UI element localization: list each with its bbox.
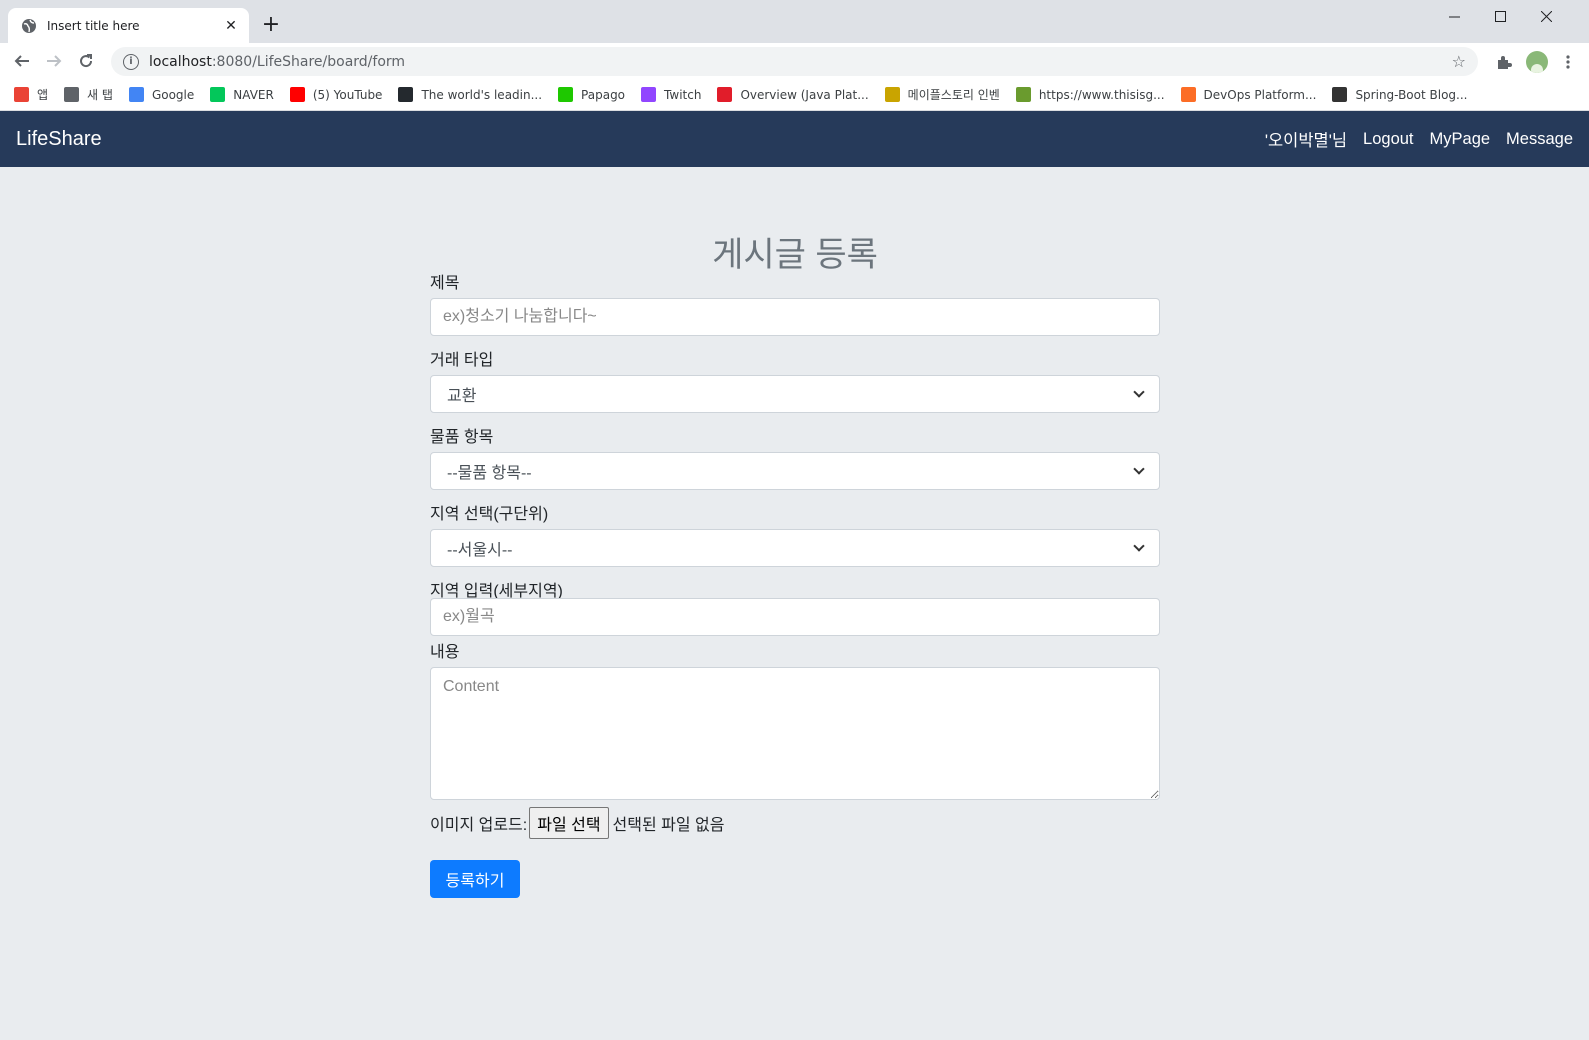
tab-title: Insert title here [47,18,140,33]
back-arrow-icon[interactable] [8,47,36,75]
dots-icon [1332,87,1348,102]
bookmark-item[interactable]: 앱 [14,86,48,103]
address-bar[interactable]: i localhost:8080/LifeShare/board/form ☆ [111,47,1478,76]
bookmark-item[interactable]: Twitch [641,87,701,102]
region-select[interactable]: --서울시-- [430,529,1160,567]
bookmark-item[interactable]: 새 탭 [64,86,113,103]
deal-type-label: 거래 타입 [430,352,494,369]
navbar-links: '오이박멸'님 Logout MyPage Message [1249,127,1573,151]
browser-toolbar: i localhost:8080/LifeShare/board/form ☆ [0,43,1589,79]
deal-type-select[interactable]: 교환 [430,375,1160,413]
file-select-button[interactable]: 파일 선택 [529,807,609,839]
forward-arrow-icon[interactable] [40,47,68,75]
bookmark-label: The world's leadin... [421,87,543,102]
region-label: 지역 선택(구단위) [430,506,549,523]
browser-tab[interactable]: Insert title here ✕ [8,8,249,43]
bookmark-label: Spring-Boot Blog... [1355,87,1468,102]
bookmark-label: Papago [581,87,626,102]
content-textarea[interactable] [430,667,1160,800]
bookmark-label: NAVER [233,87,274,102]
bookmark-label: Twitch [664,87,702,102]
bookmark-item[interactable]: Papago [558,87,625,102]
submit-button[interactable]: 등록하기 [430,860,520,898]
chevron-down-icon [1133,386,1145,398]
globe-icon [64,87,80,102]
bookmark-item[interactable]: https://www.thisisg... [1015,87,1165,102]
mypage-link[interactable]: MyPage [1430,130,1491,149]
content-label: 내용 [430,644,460,661]
papago-icon [558,87,574,102]
bookmark-item[interactable]: NAVER [210,87,274,102]
user-greeting: '오이박멸'님 [1264,132,1348,150]
file-status: 선택된 파일 없음 [612,817,725,834]
naver-icon [210,87,226,102]
bookmark-label: Overview (Java Plat... [740,87,869,102]
youtube-icon [289,87,305,102]
bookmark-label: 새 탭 [87,88,113,102]
extensions-puzzle-icon[interactable] [1493,51,1515,73]
region-value: --서울시-- [447,542,513,559]
inven-icon [884,87,900,102]
bookmark-item[interactable]: Spring-Boot Blog... [1332,87,1467,102]
category-value: --물품 항목-- [447,465,532,482]
gitlab-icon [1180,87,1196,102]
browser-tabstrip: Insert title here ✕ + [0,0,1589,43]
close-window-icon[interactable] [1523,0,1569,32]
bookmark-label: https://www.thisisg... [1038,87,1165,102]
brand-logo[interactable]: LifeShare [16,128,102,151]
twitch-icon [641,87,657,102]
bookmarks-bar: 앱 새 탭 Google NAVER (5) YouTube The world's le… [0,79,1589,111]
bookmark-item[interactable]: Google [128,87,195,102]
bookmark-star-icon[interactable]: ☆ [1452,52,1466,71]
globe-icon [21,18,37,34]
region-detail-input[interactable] [430,598,1160,636]
bookmark-label: Google [151,87,195,102]
image-upload: 이미지 업로드: 파일 선택 선택된 파일 없음 [430,807,724,839]
apps-grid-icon [14,87,29,102]
deal-type-value: 교환 [447,388,477,405]
app-navbar: LifeShare '오이박멸'님 Logout MyPage Message [0,111,1589,167]
java-icon [717,87,733,102]
new-tab-button[interactable]: + [258,12,284,38]
bookmark-label: DevOps Platform... [1203,87,1317,102]
info-icon[interactable]: i [123,53,139,70]
maximize-icon[interactable] [1477,0,1523,32]
close-tab-icon[interactable]: ✕ [223,18,239,34]
reload-icon[interactable] [72,47,100,75]
logout-link[interactable]: Logout [1363,130,1413,149]
category-label: 물품 항목 [430,429,494,446]
github-icon [398,87,414,102]
puzzle-icon [1015,87,1031,102]
profile-avatar[interactable] [1526,51,1548,73]
category-select[interactable]: --물품 항목-- [430,452,1160,490]
page-title: 게시글 등록 [712,236,878,274]
bookmark-item[interactable]: The world's leadin... [398,87,542,102]
bookmark-item[interactable]: 메이플스토리 인벤 [884,86,1000,103]
bookmark-item[interactable]: Overview (Java Plat... [717,87,869,102]
bookmark-item[interactable]: (5) YouTube [289,87,383,102]
minimize-icon[interactable] [1431,0,1477,32]
url-text[interactable]: localhost:8080/LifeShare/board/form [149,54,1452,70]
title-label: 제목 [430,275,460,292]
google-icon [128,87,144,102]
bookmark-item[interactable]: DevOps Platform... [1180,87,1317,102]
bookmark-label: (5) YouTube [312,87,383,102]
message-link[interactable]: Message [1506,130,1573,149]
chevron-down-icon [1133,540,1145,552]
upload-label: 이미지 업로드: [430,817,528,834]
chevron-down-icon [1133,463,1145,475]
bookmark-label: 메이플스토리 인벤 [907,88,1000,102]
title-input[interactable] [430,298,1160,336]
kebab-menu-icon[interactable] [1557,51,1579,73]
bookmark-label: 앱 [37,88,49,102]
